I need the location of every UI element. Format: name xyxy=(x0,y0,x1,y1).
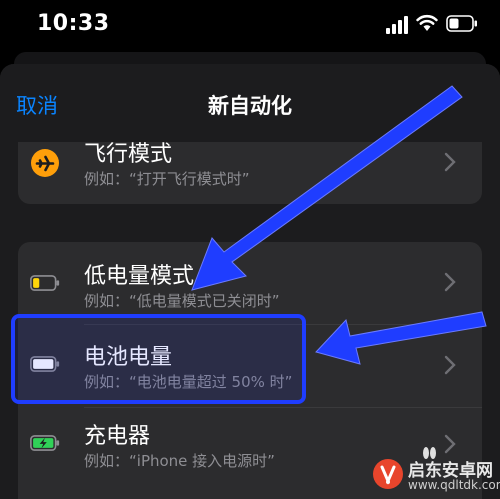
row-subtitle: 例如：“iPhone 接入电源时” xyxy=(84,452,275,470)
row-low-power-mode[interactable]: 低电量模式 例如：“低电量模式已关闭时” xyxy=(18,242,482,324)
chevron-right-icon xyxy=(444,272,456,292)
row-subtitle: 例如：“打开飞行模式时” xyxy=(84,170,250,188)
row-subtitle: 例如：“低电量模式已关闭时” xyxy=(84,292,280,310)
status-battery-icon xyxy=(446,15,477,32)
row-label: 低电量模式 xyxy=(84,264,195,289)
cellular-signal-icon xyxy=(386,16,408,34)
wifi-icon xyxy=(416,14,438,31)
watermark-logo-icon xyxy=(373,459,403,489)
status-bar: 10:33 xyxy=(0,0,500,52)
page-title: 新自动化 xyxy=(208,94,292,118)
watermark: 启东安卓网 www.qdltdk.com xyxy=(372,456,500,496)
status-time: 10:33 xyxy=(37,11,110,36)
low-battery-icon xyxy=(30,275,60,291)
airplane-icon xyxy=(31,149,59,177)
row-label: 充电器 xyxy=(84,424,151,449)
chevron-right-icon xyxy=(444,434,456,454)
chevron-right-icon xyxy=(444,355,456,375)
charging-battery-icon xyxy=(30,435,60,451)
highlight-box xyxy=(11,314,306,404)
chevron-right-icon xyxy=(444,152,456,172)
nav-bar: 取消 新自动化 xyxy=(0,64,500,142)
watermark-url: www.qdltdk.com xyxy=(408,478,500,492)
